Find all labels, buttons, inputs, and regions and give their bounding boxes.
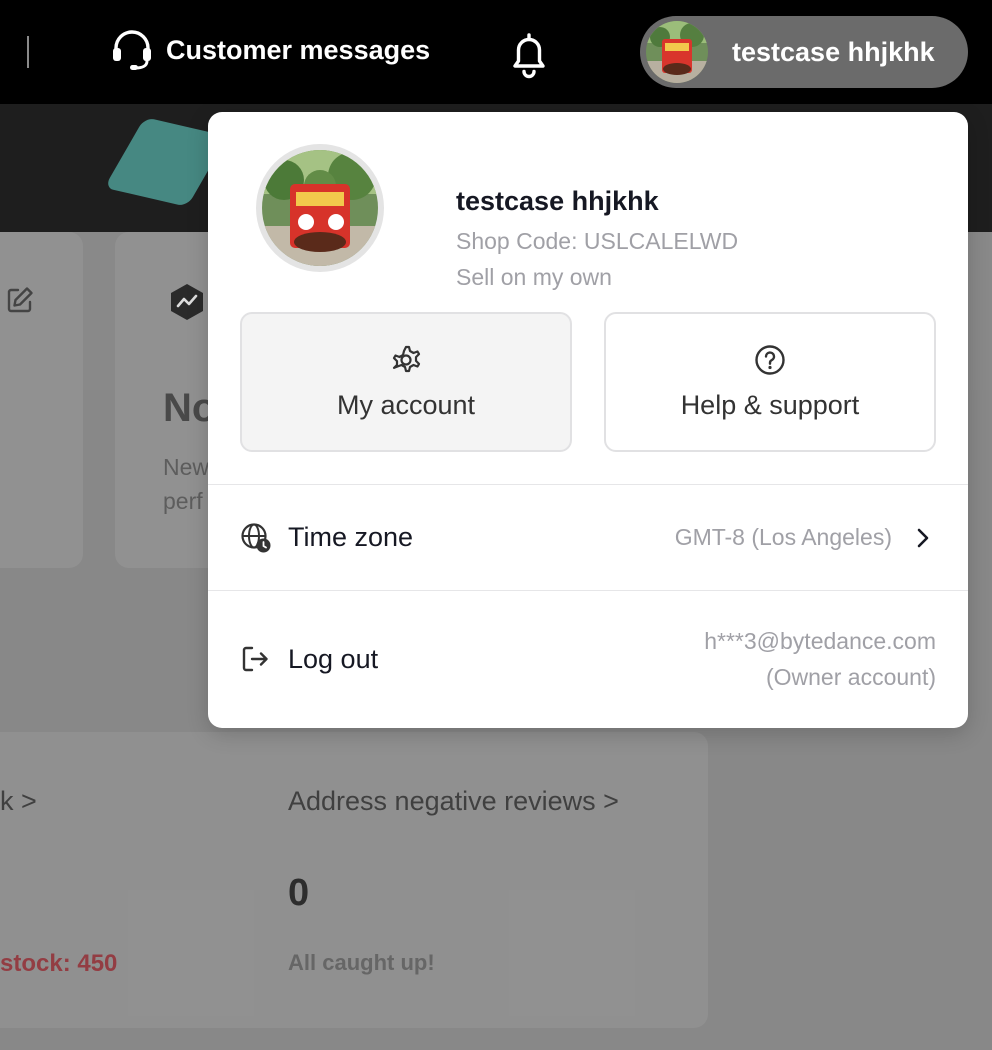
- divider: [208, 590, 968, 591]
- time-zone-value: GMT-8 (Los Angeles): [674, 524, 892, 550]
- nav-divider: [27, 36, 29, 68]
- question-circle-icon: [755, 344, 785, 375]
- globe-clock-icon: [241, 523, 271, 553]
- headset-icon: [113, 30, 151, 70]
- avatar: [646, 21, 708, 83]
- user-name: testcase hhjkhk: [732, 36, 935, 67]
- profile-name: testcase hhjkhk: [456, 186, 659, 216]
- customer-messages-label: Customer messages: [166, 34, 431, 65]
- help-support-label: Help & support: [680, 389, 860, 420]
- customer-messages-button[interactable]: Customer messages: [110, 26, 430, 74]
- time-zone-row[interactable]: Time zone GMT-8 (Los Angeles): [208, 486, 968, 590]
- help-support-button[interactable]: Help & support: [604, 312, 936, 452]
- my-account-label: My account: [336, 389, 476, 420]
- account-email: h***3@bytedance.com: [704, 628, 936, 654]
- account-dropdown: testcase hhjkhk Shop Code: USLCALELWD Se…: [208, 112, 968, 728]
- chevron-right-icon: [917, 528, 929, 548]
- profile-avatar: [256, 144, 384, 272]
- selling-mode: Sell on my own: [456, 264, 612, 290]
- bell-icon[interactable]: [506, 30, 552, 80]
- gear-icon: [392, 345, 421, 372]
- account-role: (Owner account): [765, 664, 936, 690]
- user-menu-button[interactable]: testcase hhjkhk: [640, 16, 968, 88]
- log-out-row[interactable]: Log out h***3@bytedance.com (Owner accou…: [208, 592, 968, 728]
- my-account-button[interactable]: My account: [240, 312, 572, 452]
- top-navigation-bar: Customer messages testcase hhjkhk: [0, 0, 992, 104]
- log-out-label: Log out: [288, 644, 379, 674]
- time-zone-label: Time zone: [288, 522, 414, 552]
- divider: [208, 484, 968, 485]
- shop-code: Shop Code: USLCALELWD: [456, 228, 739, 254]
- logout-icon: [242, 646, 268, 672]
